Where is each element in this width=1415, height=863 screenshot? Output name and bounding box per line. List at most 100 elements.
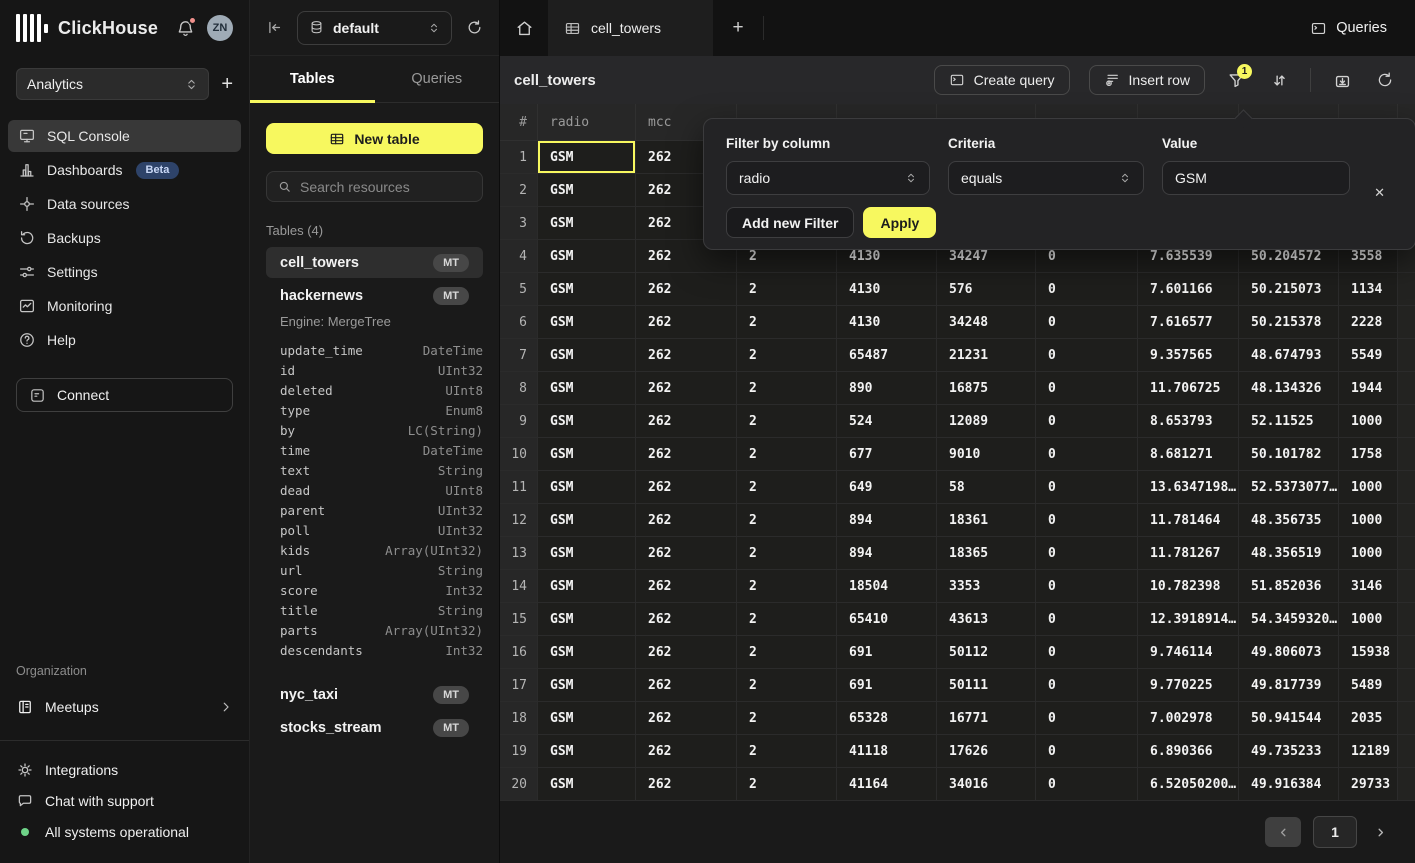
table-cell[interactable]: 0 (1036, 372, 1138, 405)
table-cell[interactable]: 0 (1036, 438, 1138, 471)
row-number-cell[interactable]: 14 (500, 570, 538, 603)
table-cell[interactable]: GSM (538, 702, 636, 735)
row-number-cell[interactable]: 15 (500, 603, 538, 636)
table-cell[interactable]: 2 (737, 669, 837, 702)
table-cell[interactable]: GSM (538, 306, 636, 339)
table-cell[interactable]: 894 (837, 537, 937, 570)
row-number-cell[interactable]: 19 (500, 735, 538, 768)
table-item-nyc-taxi[interactable]: nyc_taxi MT (266, 679, 483, 710)
sidebar-item-data-sources[interactable]: Data sources (8, 188, 241, 220)
sidebar-item-chat-support[interactable]: Chat with support (16, 786, 233, 816)
insert-row-button[interactable]: Insert row (1089, 65, 1205, 95)
table-cell[interactable]: 262 (636, 537, 737, 570)
avatar[interactable]: ZN (207, 15, 233, 41)
table-cell[interactable]: 2 (737, 471, 837, 504)
sidebar-item-settings[interactable]: Settings (8, 256, 241, 288)
new-table-button[interactable]: New table (266, 123, 483, 154)
table-cell[interactable]: GSM (538, 405, 636, 438)
table-cell[interactable]: 0 (1036, 339, 1138, 372)
table-cell[interactable]: 12.3918914… (1138, 603, 1239, 636)
queries-button[interactable]: Queries (1282, 0, 1415, 56)
row-number-cell[interactable]: 9 (500, 405, 538, 438)
table-cell[interactable]: GSM (538, 603, 636, 636)
table-cell[interactable]: 48.134326 (1239, 372, 1339, 405)
table-cell[interactable]: 48.356735 (1239, 504, 1339, 537)
row-number-cell[interactable]: 3 (500, 207, 538, 240)
table-cell[interactable]: 16771 (937, 702, 1036, 735)
tab-tables[interactable]: Tables (250, 56, 375, 102)
table-cell[interactable]: 262 (636, 735, 737, 768)
table-cell[interactable]: 48.674793 (1239, 339, 1339, 372)
close-filter-icon[interactable]: ✕ (1374, 185, 1385, 201)
sidebar-item-sql-console[interactable]: SQL Console (8, 120, 241, 152)
table-cell[interactable]: 0 (1036, 405, 1138, 438)
table-cell[interactable]: 262 (636, 669, 737, 702)
table-cell[interactable]: 0 (1036, 735, 1138, 768)
table-cell[interactable]: 0 (1036, 537, 1138, 570)
pagination-next-button[interactable] (1369, 826, 1391, 839)
table-cell[interactable]: 9010 (937, 438, 1036, 471)
column-header[interactable]: # (500, 104, 538, 141)
table-cell[interactable]: 2 (737, 405, 837, 438)
table-cell[interactable]: 2 (737, 537, 837, 570)
table-cell[interactable]: GSM (538, 273, 636, 306)
filter-column-select[interactable]: radio (726, 161, 930, 195)
database-select[interactable]: default (297, 11, 452, 45)
table-cell[interactable]: 2228 (1339, 306, 1398, 339)
table-cell[interactable]: GSM (538, 504, 636, 537)
table-cell[interactable]: 52.11525 (1239, 405, 1339, 438)
table-cell[interactable]: 890 (837, 372, 937, 405)
table-cell[interactable]: 54.3459320… (1239, 603, 1339, 636)
table-cell[interactable]: 51.852036 (1239, 570, 1339, 603)
table-cell[interactable]: 262 (636, 702, 737, 735)
table-cell[interactable]: 0 (1036, 768, 1138, 801)
table-cell[interactable]: 12189 (1339, 735, 1398, 768)
table-cell[interactable]: GSM (538, 372, 636, 405)
table-cell[interactable]: GSM (538, 174, 636, 207)
table-cell[interactable]: 2 (737, 735, 837, 768)
table-cell[interactable]: 15938 (1339, 636, 1398, 669)
column-header[interactable]: radio (538, 104, 636, 141)
table-cell[interactable]: 691 (837, 636, 937, 669)
table-cell[interactable]: GSM (538, 438, 636, 471)
refresh-button[interactable] (1373, 71, 1397, 89)
table-cell[interactable]: 13.6347198… (1138, 471, 1239, 504)
table-cell[interactable]: 0 (1036, 504, 1138, 537)
add-new-filter-button[interactable]: Add new Filter (726, 207, 854, 238)
table-cell[interactable]: 50.941544 (1239, 702, 1339, 735)
table-cell[interactable]: 41118 (837, 735, 937, 768)
filter-button[interactable]: 1 (1224, 71, 1248, 90)
table-cell[interactable]: 34016 (937, 768, 1036, 801)
table-cell[interactable]: GSM (538, 240, 636, 273)
table-item-stocks-stream[interactable]: stocks_stream MT (266, 712, 483, 743)
table-cell[interactable]: 0 (1036, 570, 1138, 603)
table-cell[interactable]: 1134 (1339, 273, 1398, 306)
table-cell[interactable]: 43613 (937, 603, 1036, 636)
table-cell[interactable]: 65410 (837, 603, 937, 636)
table-cell[interactable]: 649 (837, 471, 937, 504)
sidebar-item-dashboards[interactable]: Dashboards Beta (8, 154, 241, 186)
row-number-cell[interactable]: 16 (500, 636, 538, 669)
table-cell[interactable]: 1000 (1339, 504, 1398, 537)
table-cell[interactable]: 2035 (1339, 702, 1398, 735)
table-item-cell-towers[interactable]: cell_towers MT (266, 247, 483, 278)
table-cell[interactable]: GSM (538, 669, 636, 702)
table-cell[interactable]: 2 (737, 702, 837, 735)
row-number-cell[interactable]: 2 (500, 174, 538, 207)
connect-button[interactable]: Connect (16, 378, 233, 412)
table-cell[interactable]: 2 (737, 273, 837, 306)
table-cell[interactable]: 11.706725 (1138, 372, 1239, 405)
table-cell[interactable]: 49.735233 (1239, 735, 1339, 768)
table-cell[interactable]: 262 (636, 636, 737, 669)
table-cell[interactable]: 65328 (837, 702, 937, 735)
table-cell[interactable]: 6.890366 (1138, 735, 1239, 768)
row-number-cell[interactable]: 5 (500, 273, 538, 306)
notifications-bell-icon[interactable] (176, 19, 195, 38)
table-cell[interactable]: 18361 (937, 504, 1036, 537)
table-cell[interactable]: 262 (636, 768, 737, 801)
add-service-button[interactable]: + (221, 74, 233, 94)
table-cell[interactable]: 9.746114 (1138, 636, 1239, 669)
new-tab-button[interactable]: + (713, 0, 763, 56)
row-number-cell[interactable]: 11 (500, 471, 538, 504)
sidebar-item-system-status[interactable]: All systems operational (16, 817, 233, 847)
